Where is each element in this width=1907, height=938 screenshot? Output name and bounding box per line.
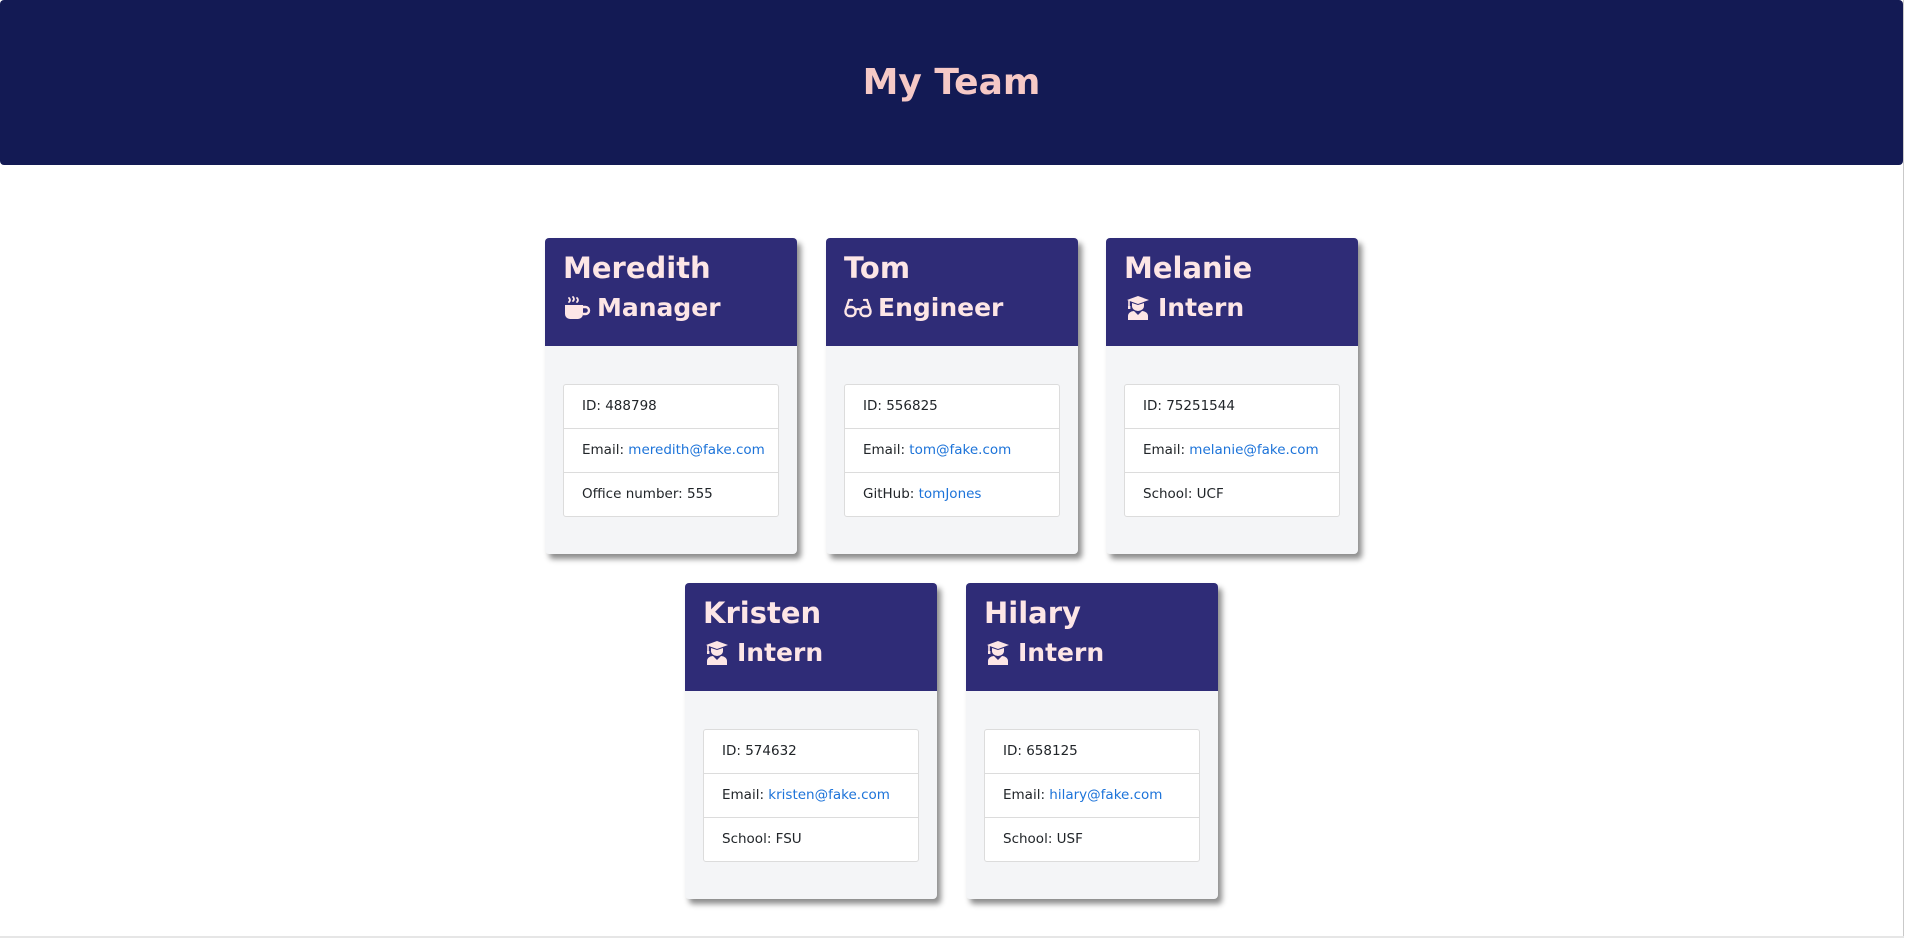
glasses-icon (844, 295, 872, 321)
employee-name: Kristen (703, 596, 822, 630)
card-header: Meredith Manager (545, 238, 797, 346)
employee-details-list: ID: 488798 Email: meredith@fake.com Offi… (563, 384, 779, 517)
school-label: School: (1003, 831, 1057, 847)
employee-role: Engineer (844, 292, 1060, 324)
employee-card-kristen: Kristen Intern ID: 574632 Email: kristen (685, 583, 937, 899)
employee-id: ID: 488798 (564, 385, 778, 428)
employee-role: Intern (703, 637, 919, 669)
page: My Team Meredith Manager ID: 488798 Emai… (0, 0, 1907, 938)
window-edge-right (1903, 0, 1904, 938)
id-label: ID: (722, 743, 746, 759)
school-value: USF (1056, 831, 1083, 847)
employee-id: ID: 556825 (845, 385, 1059, 428)
email-link[interactable]: melanie@fake.com (1189, 442, 1318, 458)
graduate-icon (703, 640, 731, 666)
id-value: 556825 (886, 398, 938, 414)
email-link[interactable]: hilary@fake.com (1049, 787, 1162, 803)
employee-email: Email: tom@fake.com (845, 428, 1059, 472)
id-label: ID: (863, 398, 887, 414)
card-header: Hilary Intern (966, 583, 1218, 691)
card-body: ID: 488798 Email: meredith@fake.com Offi… (545, 346, 797, 517)
employee-email: Email: meredith@fake.com (564, 428, 778, 472)
github-label: GitHub: (863, 486, 919, 502)
email-label: Email: (582, 442, 629, 458)
email-link[interactable]: tom@fake.com (909, 442, 1011, 458)
graduate-icon (984, 640, 1012, 666)
id-value: 75251544 (1166, 398, 1235, 414)
employee-github: GitHub: tomJones (845, 472, 1059, 516)
header-banner: My Team (0, 0, 1903, 165)
card-header: Kristen Intern (685, 583, 937, 691)
github-link[interactable]: tomJones (919, 486, 982, 502)
employee-details-list: ID: 75251544 Email: melanie@fake.com Sch… (1124, 384, 1340, 517)
card-header: Tom Engineer (826, 238, 1078, 346)
employee-school: School: FSU (704, 817, 918, 861)
email-label: Email: (863, 442, 910, 458)
email-link[interactable]: meredith@fake.com (628, 442, 764, 458)
employee-details-list: ID: 574632 Email: kristen@fake.com Schoo… (703, 729, 919, 862)
employee-card-melanie: Melanie Intern ID: 75251544 Email: melan (1106, 238, 1358, 554)
employee-role: Manager (563, 292, 779, 324)
employee-card-meredith: Meredith Manager ID: 488798 Email: mered… (545, 238, 797, 554)
employee-name: Tom (844, 251, 911, 285)
office-number-value: 555 (687, 486, 713, 502)
email-label: Email: (722, 787, 769, 803)
employee-card-tom: Tom Engineer ID: 556825 Email: tom@fake. (826, 238, 1078, 554)
id-label: ID: (1143, 398, 1167, 414)
employee-email: Email: melanie@fake.com (1125, 428, 1339, 472)
employee-role-label: Intern (737, 638, 824, 667)
page-title: My Team (862, 62, 1041, 103)
email-label: Email: (1003, 787, 1050, 803)
employee-id: ID: 658125 (985, 730, 1199, 773)
employee-role-label: Intern (1158, 293, 1245, 322)
card-body: ID: 556825 Email: tom@fake.com GitHub: t… (826, 346, 1078, 517)
employee-name: Hilary (984, 596, 1081, 630)
id-value: 488798 (605, 398, 657, 414)
school-label: School: (1143, 486, 1197, 502)
card-body: ID: 574632 Email: kristen@fake.com Schoo… (685, 691, 937, 862)
employee-name: Meredith (563, 251, 711, 285)
employee-role: Intern (984, 637, 1200, 669)
card-header: Melanie Intern (1106, 238, 1358, 346)
card-body: ID: 658125 Email: hilary@fake.com School… (966, 691, 1218, 862)
school-value: FSU (775, 831, 802, 847)
employee-name: Melanie (1124, 251, 1253, 285)
employee-role: Intern (1124, 292, 1340, 324)
employee-school: School: UCF (1125, 472, 1339, 516)
employee-school: School: USF (985, 817, 1199, 861)
employee-role-label: Intern (1018, 638, 1105, 667)
employee-details-list: ID: 658125 Email: hilary@fake.com School… (984, 729, 1200, 862)
employee-email: Email: hilary@fake.com (985, 773, 1199, 817)
school-value: UCF (1196, 486, 1224, 502)
card-body: ID: 75251544 Email: melanie@fake.com Sch… (1106, 346, 1358, 517)
employee-id: ID: 574632 (704, 730, 918, 773)
employee-role-label: Manager (597, 293, 721, 322)
coffee-mug-icon (563, 295, 591, 321)
employee-details-list: ID: 556825 Email: tom@fake.com GitHub: t… (844, 384, 1060, 517)
employee-role-label: Engineer (878, 293, 1004, 322)
graduate-icon (1124, 295, 1152, 321)
school-label: School: (722, 831, 776, 847)
id-value: 658125 (1026, 743, 1078, 759)
id-label: ID: (1003, 743, 1027, 759)
email-label: Email: (1143, 442, 1190, 458)
office-number-label: Office number: (582, 486, 687, 502)
employee-office-number: Office number: 555 (564, 472, 778, 516)
employee-card-hilary: Hilary Intern ID: 658125 Email: hilary@f (966, 583, 1218, 899)
id-label: ID: (582, 398, 606, 414)
id-value: 574632 (745, 743, 797, 759)
employee-email: Email: kristen@fake.com (704, 773, 918, 817)
employee-id: ID: 75251544 (1125, 385, 1339, 428)
email-link[interactable]: kristen@fake.com (768, 787, 890, 803)
